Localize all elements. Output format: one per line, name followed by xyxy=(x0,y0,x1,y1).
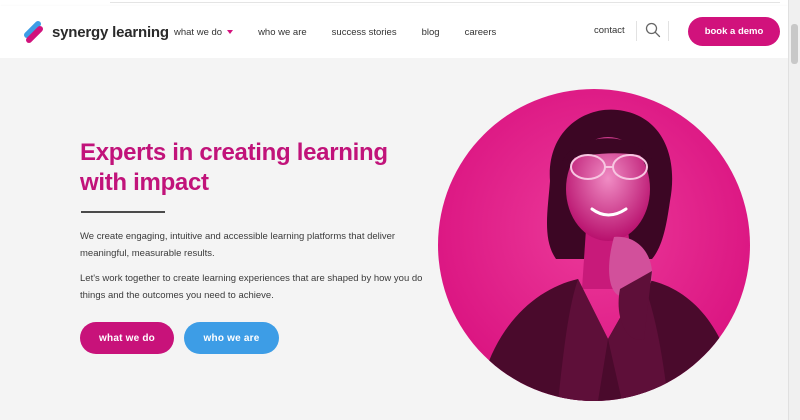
nav-item-label: what we do xyxy=(174,26,223,38)
logo-mark-icon xyxy=(24,21,43,43)
hero-section: Experts in creating learning with impact… xyxy=(0,58,788,420)
nav-item-label: who we are xyxy=(258,26,307,38)
chevron-down-icon xyxy=(227,30,234,34)
scrollbar-thumb[interactable] xyxy=(791,24,798,64)
hero-paragraph-2: Let's work together to create learning e… xyxy=(80,273,423,301)
hero-paragraph-1: We create engaging, intuitive and access… xyxy=(80,231,396,259)
nav-item-careers[interactable]: careers xyxy=(465,27,497,38)
contact-link[interactable]: contact xyxy=(594,25,625,36)
hero-title: Experts in creating learning with impact xyxy=(80,139,388,196)
hero-portrait-image xyxy=(438,89,750,401)
nav-divider xyxy=(636,21,637,41)
search-icon[interactable] xyxy=(645,22,661,38)
who-we-are-button[interactable]: who we are xyxy=(184,322,279,354)
nav-divider xyxy=(668,21,669,41)
site-header: synergy learning what we do who we are s… xyxy=(0,6,788,58)
nav-item-success-stories[interactable]: success stories xyxy=(332,27,397,38)
scrollbar[interactable] xyxy=(788,0,800,420)
nav-item-label: success stories xyxy=(331,26,397,38)
logo-text: synergy learning xyxy=(52,23,169,41)
nav-item-blog[interactable]: blog xyxy=(422,27,440,38)
main-nav: what we do who we are success stories bl… xyxy=(174,6,521,58)
hero-divider xyxy=(81,211,165,213)
what-we-do-button[interactable]: what we do xyxy=(80,322,174,354)
nav-item-what-we-do[interactable]: what we do xyxy=(174,26,234,38)
nav-item-label: blog xyxy=(421,26,440,38)
book-a-demo-button[interactable]: book a demo xyxy=(688,17,780,46)
site-logo[interactable]: synergy learning xyxy=(22,18,169,46)
nav-item-who-we-are[interactable]: who we are xyxy=(258,27,307,38)
nav-item-label: careers xyxy=(464,26,497,38)
